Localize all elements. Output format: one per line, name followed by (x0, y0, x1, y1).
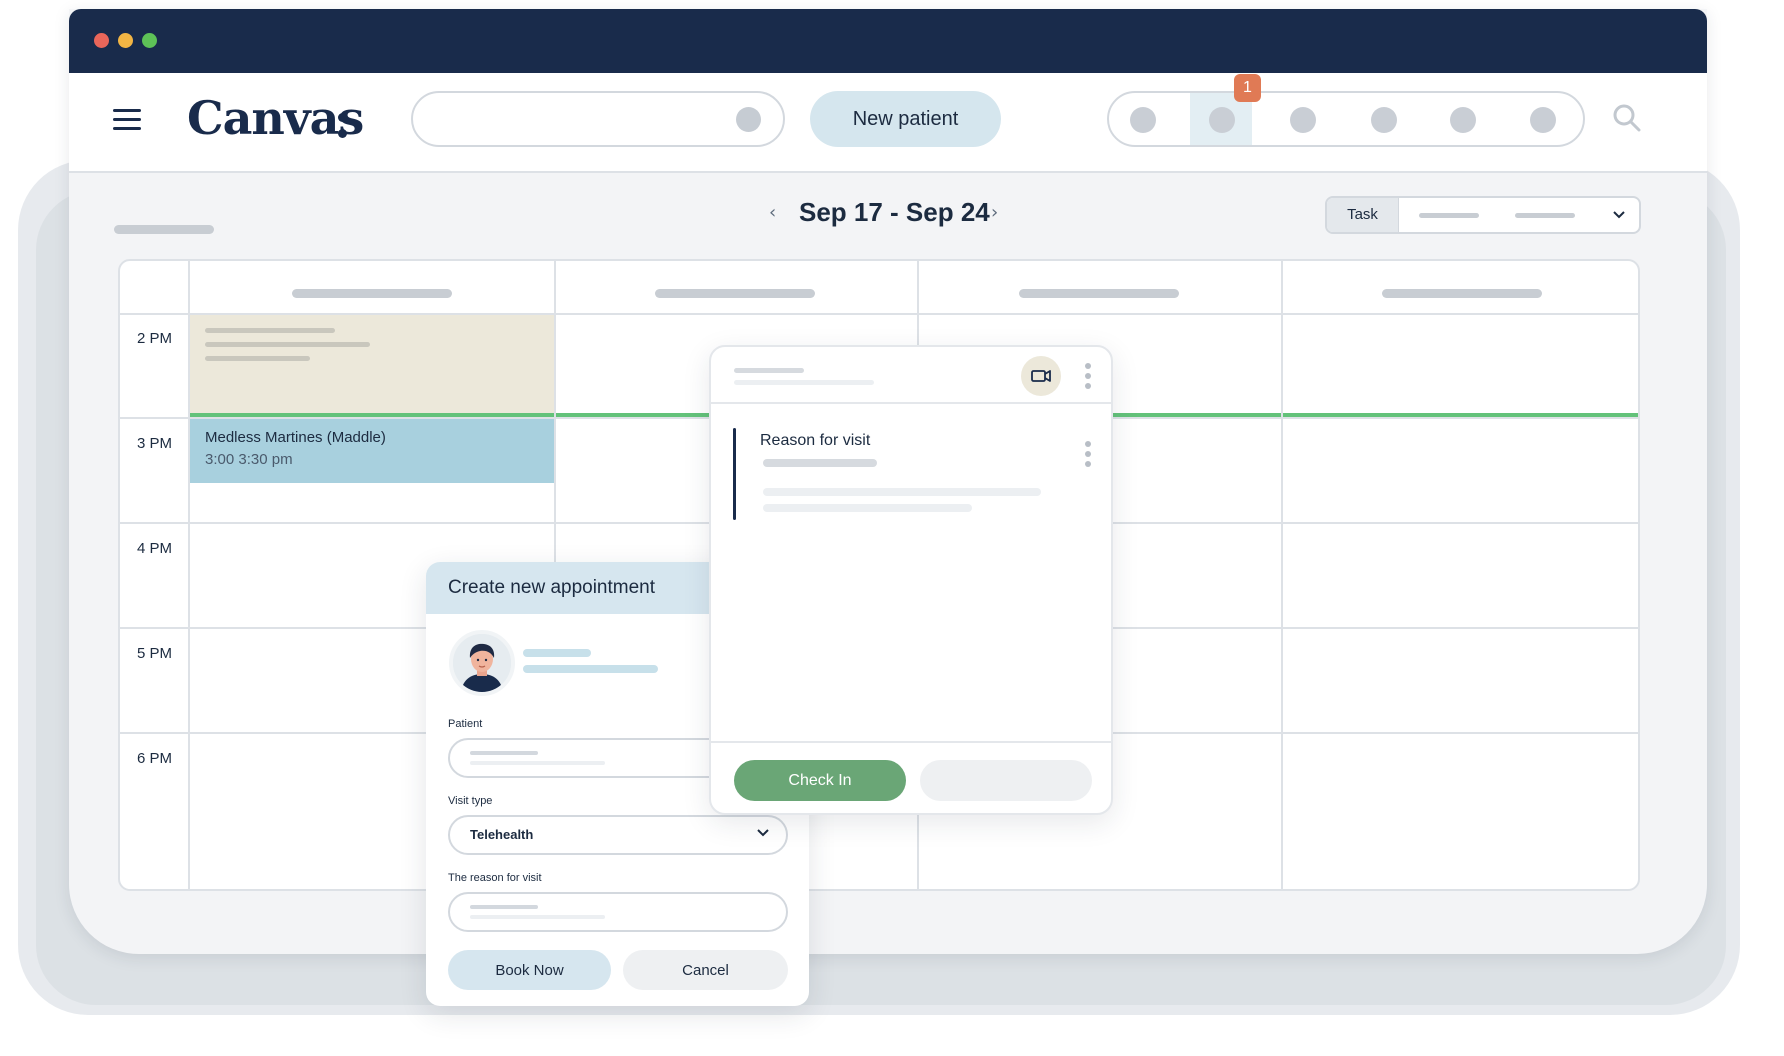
cancel-button[interactable]: Cancel (623, 950, 788, 990)
appointment-detail-panel: Reason for visit Check In (709, 345, 1113, 815)
busy-placeholder-line (205, 342, 370, 347)
day-header-placeholder (1019, 289, 1179, 298)
appointment-patient-name: Medless Martines (Maddle) (205, 429, 386, 446)
visit-type-select[interactable]: Telehealth (448, 815, 788, 855)
nav-circle-icon (1209, 107, 1235, 133)
appointment-time: 3:00 3:30 pm (205, 451, 293, 468)
nav-circle-icon (1371, 107, 1397, 133)
nav-item-1[interactable] (1111, 93, 1173, 145)
reason-field[interactable] (448, 892, 788, 932)
patient-avatar-illustration (453, 634, 511, 692)
grid-col-divider (188, 261, 190, 889)
app-header: Canvas New patient 1 (69, 73, 1707, 173)
day-header-placeholder (292, 289, 452, 298)
date-range-label: Sep 17 - Sep 24 (799, 197, 990, 227)
busy-block[interactable] (190, 313, 554, 417)
grid-col-divider (1281, 261, 1283, 889)
field-placeholder-line (470, 751, 538, 755)
appointment-block[interactable]: Medless Martines (Maddle) 3:00 3:30 pm (190, 418, 554, 483)
canvas-logo: Canvas (187, 91, 364, 145)
chevron-down-icon[interactable] (756, 826, 770, 840)
nav-item-5[interactable] (1431, 93, 1493, 145)
nav-circle-icon (1450, 107, 1476, 133)
search-icon[interactable] (1612, 103, 1642, 133)
book-now-button[interactable]: Book Now (448, 950, 611, 990)
busy-placeholder-line (205, 328, 335, 333)
more-options-icon[interactable] (1085, 441, 1091, 467)
reason-placeholder-line (763, 488, 1041, 496)
field-placeholder-line (470, 905, 538, 909)
toolbar-placeholder (114, 225, 214, 234)
window-maximize-dot[interactable] (142, 33, 157, 48)
view-selector[interactable]: Task (1325, 196, 1641, 234)
new-patient-button[interactable]: New patient (810, 91, 1001, 147)
logo-colon-icon (338, 113, 347, 143)
patient-name-placeholder (523, 649, 591, 657)
view-option-placeholder[interactable] (1515, 213, 1575, 218)
day-header-placeholder (1382, 289, 1542, 298)
window-titlebar (69, 9, 1707, 73)
detail-header-placeholder (734, 368, 804, 373)
detail-panel-header (711, 347, 1111, 404)
video-camera-icon (1031, 370, 1051, 382)
check-in-button[interactable]: Check In (734, 760, 906, 801)
video-call-button[interactable] (1021, 356, 1061, 396)
nav-icon-bar (1107, 91, 1585, 147)
reason-placeholder-line (763, 459, 877, 467)
stage: Canvas New patient 1 ‹ Sep 17 - Sep 24 ›… (0, 0, 1784, 1056)
date-navigator: ‹ Sep 17 - Sep 24 › (769, 196, 1069, 236)
visit-type-label: Visit type (448, 795, 493, 807)
nav-item-6[interactable] (1511, 93, 1573, 145)
time-slot-label: 3 PM (137, 435, 173, 452)
reason-placeholder-line (763, 504, 972, 512)
nav-item-4[interactable] (1352, 93, 1414, 145)
search-toggle-icon[interactable] (736, 107, 761, 132)
detail-header-placeholder (734, 380, 874, 385)
task-view-tab[interactable]: Task (1327, 198, 1399, 232)
day-header-placeholder (655, 289, 815, 298)
time-slot-label: 5 PM (137, 645, 173, 662)
more-options-icon[interactable] (1085, 363, 1091, 389)
field-placeholder-line (470, 915, 605, 919)
patient-info-placeholder (523, 665, 658, 673)
hamburger-menu-icon[interactable] (113, 109, 141, 131)
notification-badge: 1 (1234, 74, 1261, 102)
nav-circle-icon (1290, 107, 1316, 133)
time-slot-label: 4 PM (137, 540, 173, 557)
reason-accent-bar (733, 428, 736, 520)
time-slot-label: 6 PM (137, 750, 173, 767)
patient-search-input[interactable] (411, 91, 785, 147)
nav-item-3[interactable] (1271, 93, 1333, 145)
detail-panel-divider (711, 741, 1111, 743)
time-slot-label: 2 PM (137, 330, 173, 347)
reason-field-label: The reason for visit (448, 872, 542, 884)
create-appointment-title: Create new appointment (448, 577, 656, 598)
chevron-right-icon[interactable]: › (991, 202, 998, 223)
window-minimize-dot[interactable] (118, 33, 133, 48)
nav-circle-icon (1530, 107, 1556, 133)
patient-field-label: Patient (448, 718, 483, 730)
chevron-left-icon[interactable]: ‹ (769, 202, 776, 223)
nav-circle-icon (1130, 107, 1156, 133)
grid-row-divider (120, 313, 1638, 315)
patient-avatar (449, 630, 515, 696)
view-option-placeholder[interactable] (1419, 213, 1479, 218)
field-placeholder-line (470, 761, 605, 765)
chevron-down-icon[interactable] (1613, 210, 1625, 220)
window-close-dot[interactable] (94, 33, 109, 48)
busy-placeholder-line (205, 356, 310, 361)
visit-type-value: Telehealth (470, 827, 534, 842)
reason-for-visit-title: Reason for visit (760, 432, 871, 449)
secondary-action-button[interactable] (920, 760, 1092, 801)
